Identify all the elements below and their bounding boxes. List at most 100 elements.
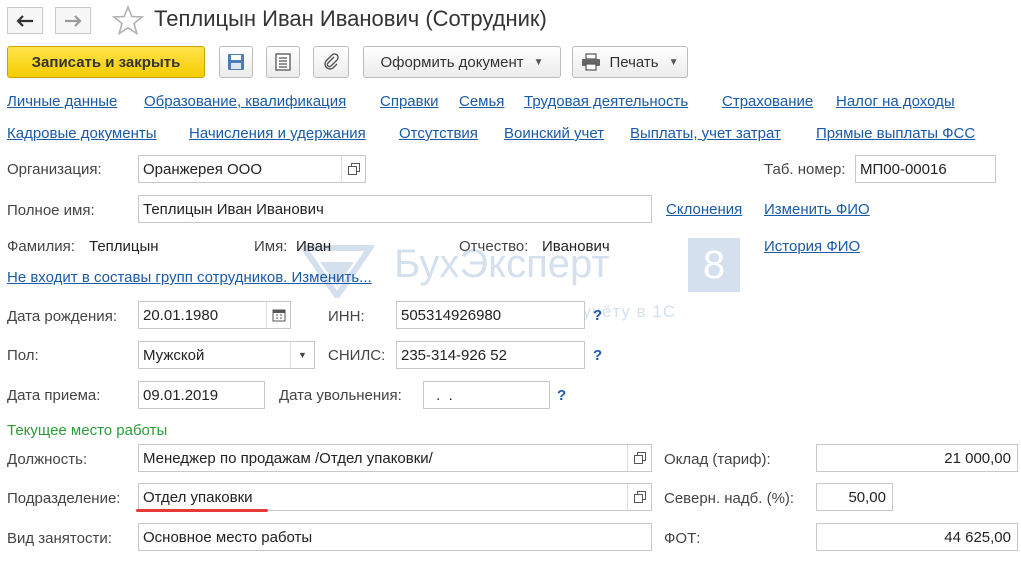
inn-help-icon[interactable]: ? — [593, 307, 602, 324]
highlight-underline — [136, 509, 268, 512]
inn-value: 505314926980 — [401, 306, 502, 324]
north-allowance-field[interactable]: 50,00 — [816, 483, 893, 511]
forward-button[interactable] — [55, 7, 91, 34]
name-label: Имя: — [254, 238, 288, 255]
tab-number-value: МП00-00016 — [860, 160, 947, 178]
tab-education[interactable]: Образование, квалификация — [144, 93, 346, 110]
tab-personal-data[interactable]: Личные данные — [7, 93, 117, 110]
arrow-right-icon — [65, 14, 82, 27]
birth-date-field[interactable]: 20.01.1980 — [138, 301, 291, 329]
print-label: Печать — [609, 53, 659, 71]
snils-value: 235-314-926 52 — [401, 346, 507, 364]
tab-income-tax[interactable]: Налог на доходы — [836, 93, 955, 110]
fot-value: 44 625,00 — [944, 528, 1011, 546]
dismiss-date-field[interactable]: . . — [423, 381, 550, 409]
arrow-left-icon — [16, 14, 33, 27]
surname-value: Теплицын — [89, 238, 159, 255]
position-label: Должность: — [7, 451, 88, 468]
surname-label: Фамилия: — [7, 238, 75, 255]
salary-value: 21 000,00 — [944, 449, 1011, 467]
chevron-down-icon: ▼ — [533, 56, 544, 68]
declension-link[interactable]: Склонения — [666, 201, 742, 218]
open-icon[interactable] — [627, 445, 651, 471]
department-label: Подразделение: — [7, 490, 121, 507]
open-icon[interactable] — [627, 484, 651, 510]
attach-file-button[interactable] — [313, 46, 349, 78]
tab-payments[interactable]: Выплаты, учет затрат — [630, 125, 781, 142]
printer-icon — [582, 53, 601, 71]
patronymic-value: Иванович — [542, 238, 610, 255]
dismiss-date-label: Дата увольнения: — [279, 387, 402, 404]
tab-hr-documents[interactable]: Кадровые документы — [7, 125, 157, 142]
change-fio-link[interactable]: Изменить ФИО — [764, 201, 870, 218]
page-title: Теплицын Иван Иванович (Сотрудник) — [154, 6, 547, 31]
tab-family[interactable]: Семья — [459, 93, 504, 110]
department-value: Отдел упаковки — [143, 488, 253, 506]
document-list-button[interactable] — [266, 46, 300, 78]
inn-label: ИНН: — [328, 308, 365, 325]
north-allowance-value: 50,00 — [848, 488, 886, 506]
birth-date-value: 20.01.1980 — [143, 306, 219, 324]
organization-label: Организация: — [7, 161, 102, 178]
patronymic-label: Отчество: — [459, 238, 529, 255]
employment-type-value: Основное место работы — [143, 528, 313, 546]
organization-value: Оранжерея ООО — [143, 160, 262, 178]
name-value: Иван — [296, 238, 332, 255]
open-icon[interactable] — [341, 156, 365, 182]
full-name-field[interactable]: Теплицын Иван Иванович — [138, 195, 652, 223]
salary-label: Оклад (тариф): — [664, 451, 771, 468]
employment-type-label: Вид занятости: — [7, 530, 112, 547]
north-allowance-label: Северн. надб. (%): — [664, 490, 795, 507]
full-name-label: Полное имя: — [7, 202, 95, 219]
tab-certificates[interactable]: Справки — [380, 93, 439, 110]
tab-number-label: Таб. номер: — [764, 161, 846, 178]
floppy-disk-icon — [228, 54, 244, 70]
sex-value: Мужской — [143, 346, 205, 364]
watermark-digit: 8 — [688, 238, 740, 292]
tab-military[interactable]: Воинский учет — [504, 125, 604, 142]
paperclip-icon — [324, 53, 339, 70]
position-field[interactable]: Менеджер по продажам /Отдел упаковки/ — [138, 444, 652, 472]
snils-label: СНИЛС: — [328, 347, 386, 364]
tab-absences[interactable]: Отсутствия — [399, 125, 478, 142]
tab-work-history[interactable]: Трудовая деятельность — [524, 93, 688, 110]
save-and-close-label: Записать и закрыть — [31, 53, 181, 71]
salary-field[interactable]: 21 000,00 — [816, 444, 1018, 472]
sex-label: Пол: — [7, 347, 39, 364]
snils-help-icon[interactable]: ? — [593, 347, 602, 364]
save-button[interactable] — [219, 46, 253, 78]
tab-accruals[interactable]: Начисления и удержания — [189, 125, 366, 142]
department-field[interactable]: Отдел упаковки — [138, 483, 652, 511]
list-document-icon — [275, 53, 291, 71]
tab-insurance[interactable]: Страхование — [722, 93, 813, 110]
snils-field[interactable]: 235-314-926 52 — [396, 341, 585, 369]
create-document-button[interactable]: Оформить документ ▼ — [363, 46, 561, 78]
organization-field[interactable]: Оранжерея ООО — [138, 155, 366, 183]
birth-date-label: Дата рождения: — [7, 308, 117, 325]
chevron-down-icon: ▼ — [668, 56, 679, 68]
save-and-close-button[interactable]: Записать и закрыть — [7, 46, 205, 78]
full-name-value: Теплицын Иван Иванович — [143, 200, 324, 218]
current-work-heading: Текущее место работы — [7, 422, 168, 439]
inn-field[interactable]: 505314926980 — [396, 301, 585, 329]
sex-select[interactable]: Мужской ▼ — [138, 341, 315, 369]
employment-type-field[interactable]: Основное место работы — [138, 523, 652, 551]
fot-field[interactable]: 44 625,00 — [816, 523, 1018, 551]
fot-label: ФОТ: — [664, 530, 701, 547]
position-value: Менеджер по продажам /Отдел упаковки/ — [143, 449, 433, 467]
create-document-label: Оформить документ — [380, 53, 524, 71]
hire-date-value: 09.01.2019 — [143, 386, 219, 404]
dropdown-arrow-icon[interactable]: ▼ — [290, 342, 314, 368]
back-button[interactable] — [7, 7, 43, 34]
tab-fss-payments[interactable]: Прямые выплаты ФСС — [816, 125, 975, 142]
history-fio-link[interactable]: История ФИО — [764, 238, 860, 255]
dismiss-help-icon[interactable]: ? — [557, 387, 566, 404]
calendar-icon[interactable] — [266, 302, 290, 328]
employee-groups-link[interactable]: Не входит в составы групп сотрудников. И… — [7, 269, 372, 286]
hire-date-label: Дата приема: — [7, 387, 101, 404]
hire-date-field[interactable]: 09.01.2019 — [138, 381, 265, 409]
print-button[interactable]: Печать ▼ — [572, 46, 688, 78]
tab-number-field[interactable]: МП00-00016 — [855, 155, 996, 183]
favorite-star-icon[interactable] — [112, 5, 144, 35]
dismiss-date-value: . . — [432, 386, 453, 404]
